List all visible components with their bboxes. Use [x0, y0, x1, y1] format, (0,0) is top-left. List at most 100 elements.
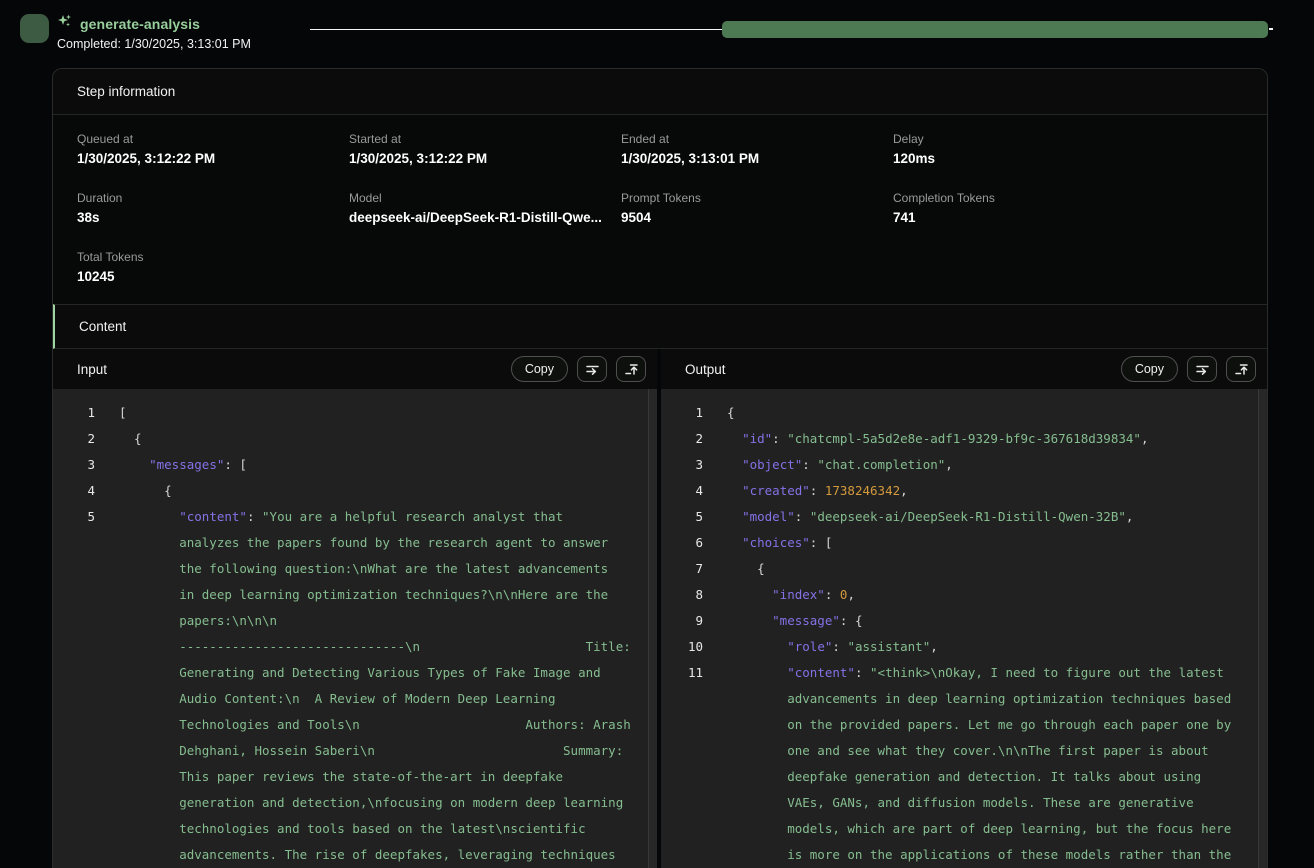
code-line: 1[	[69, 400, 645, 426]
step-detail-panel: Step information Queued at 1/30/2025, 3:…	[52, 68, 1268, 868]
step-name: generate-analysis	[80, 16, 200, 32]
chevron-down-icon	[29, 23, 41, 35]
line-number	[69, 790, 95, 816]
code-line: 3 "object": "chat.completion",	[677, 452, 1255, 478]
code-line: 4 "created": 1738246342,	[677, 478, 1255, 504]
input-wrap-lines-button[interactable]	[577, 356, 607, 382]
code-line: 1{	[677, 400, 1255, 426]
wrap-text-icon	[585, 362, 600, 377]
field-label: Queued at	[77, 132, 349, 146]
code-line: Dehghani, Hossein Saberi\n Summary:	[69, 738, 645, 764]
line-number	[69, 738, 95, 764]
code-line: models, which are part of deep learning,…	[677, 816, 1255, 842]
code-line: Generating and Detecting Various Types o…	[69, 660, 645, 686]
line-number: 3	[677, 452, 703, 478]
input-output-panels: Input Copy 1[2 {	[53, 349, 1267, 868]
line-number: 2	[69, 426, 95, 452]
field-label: Total Tokens	[77, 250, 349, 264]
line-number	[69, 842, 95, 868]
line-number	[69, 764, 95, 790]
code-line: advancements in deep learning optimizati…	[677, 686, 1255, 712]
code-line: 2 "id": "chatcmpl-5a5d2e8e-adf1-9329-bf9…	[677, 426, 1255, 452]
field-ended-at: Ended at 1/30/2025, 3:13:01 PM	[621, 132, 893, 166]
line-number	[69, 816, 95, 842]
input-copy-button[interactable]: Copy	[511, 356, 568, 382]
line-number: 6	[677, 530, 703, 556]
code-line: advancements. The rise of deepfakes, lev…	[69, 842, 645, 868]
field-value: deepseek-ai/DeepSeek-R1-Distill-Qwe...	[349, 210, 621, 225]
code-line: technologies and tools based on the late…	[69, 816, 645, 842]
field-label: Started at	[349, 132, 621, 146]
output-panel-header: Output Copy	[661, 349, 1267, 389]
code-line: 4 {	[69, 478, 645, 504]
code-line: Technologies and Tools\n Authors: Arash	[69, 712, 645, 738]
input-panel-title: Input	[77, 362, 107, 377]
output-panel: Output Copy 1{2	[661, 349, 1267, 868]
line-number: 1	[69, 400, 95, 426]
code-line: 8 "index": 0,	[677, 582, 1255, 608]
timeline-span-bar[interactable]	[722, 21, 1268, 38]
code-line: generation and detection,\nfocusing on m…	[69, 790, 645, 816]
code-line: papers:\n\n\n	[69, 608, 645, 634]
input-scrollbar[interactable]	[648, 389, 657, 868]
line-number	[677, 764, 703, 790]
line-number: 4	[69, 478, 95, 504]
field-total-tokens: Total Tokens 10245	[77, 250, 349, 284]
scroll-to-top-icon	[624, 362, 639, 377]
field-model: Model deepseek-ai/DeepSeek-R1-Distill-Qw…	[349, 191, 621, 225]
field-duration: Duration 38s	[77, 191, 349, 225]
line-number	[69, 686, 95, 712]
output-panel-title: Output	[685, 362, 726, 377]
line-number: 4	[677, 478, 703, 504]
code-line: 7 {	[677, 556, 1255, 582]
line-number	[677, 842, 703, 868]
field-value: 741	[893, 210, 1165, 225]
code-line: 11 "content": "<think>\nOkay, I need to …	[677, 660, 1255, 686]
line-number	[677, 816, 703, 842]
collapse-step-button[interactable]	[20, 14, 49, 43]
line-number	[69, 582, 95, 608]
line-number: 5	[677, 504, 703, 530]
output-wrap-lines-button[interactable]	[1187, 356, 1217, 382]
input-code-editor[interactable]: 1[2 {3 "messages": [4 {5 "content": "You…	[53, 389, 657, 868]
line-number	[69, 556, 95, 582]
code-line: This paper reviews the state-of-the-art …	[69, 764, 645, 790]
code-line: 6 "choices": [	[677, 530, 1255, 556]
step-completed-timestamp: Completed: 1/30/2025, 3:13:01 PM	[57, 37, 251, 51]
input-scroll-top-button[interactable]	[616, 356, 646, 382]
output-copy-button[interactable]: Copy	[1121, 356, 1178, 382]
code-line: is more on the applications of these mod…	[677, 842, 1255, 868]
line-number	[677, 712, 703, 738]
output-code-editor[interactable]: 1{2 "id": "chatcmpl-5a5d2e8e-adf1-9329-b…	[661, 389, 1267, 868]
field-label: Ended at	[621, 132, 893, 146]
input-panel-header: Input Copy	[53, 349, 657, 389]
line-number: 9	[677, 608, 703, 634]
scroll-to-top-icon	[1234, 362, 1249, 377]
field-value: 38s	[77, 210, 349, 225]
code-line: 5 "content": "You are a helpful research…	[69, 504, 645, 530]
output-scroll-top-button[interactable]	[1226, 356, 1256, 382]
trace-step-header: generate-analysis Completed: 1/30/2025, …	[0, 0, 1314, 60]
input-panel: Input Copy 1[2 {	[53, 349, 657, 868]
code-line: on the provided papers. Let me go throug…	[677, 712, 1255, 738]
code-line: one and see what they cover.\n\nThe firs…	[677, 738, 1255, 764]
line-number: 7	[677, 556, 703, 582]
line-number	[69, 530, 95, 556]
content-section-header[interactable]: Content	[53, 304, 1267, 349]
field-label: Delay	[893, 132, 1165, 146]
line-number: 8	[677, 582, 703, 608]
code-line: deepfake generation and detection. It ta…	[677, 764, 1255, 790]
field-value: 10245	[77, 269, 349, 284]
line-number	[69, 608, 95, 634]
output-scrollbar[interactable]	[1258, 389, 1267, 868]
field-started-at: Started at 1/30/2025, 3:12:22 PM	[349, 132, 621, 166]
sparkles-icon	[57, 13, 73, 34]
code-line: 3 "messages": [	[69, 452, 645, 478]
field-label: Prompt Tokens	[621, 191, 893, 205]
code-line: Audio Content:\n A Review of Modern Deep…	[69, 686, 645, 712]
wrap-text-icon	[1195, 362, 1210, 377]
code-line: 9 "message": {	[677, 608, 1255, 634]
line-number: 1	[677, 400, 703, 426]
code-line: ------------------------------\n Title:	[69, 634, 645, 660]
line-number	[677, 738, 703, 764]
